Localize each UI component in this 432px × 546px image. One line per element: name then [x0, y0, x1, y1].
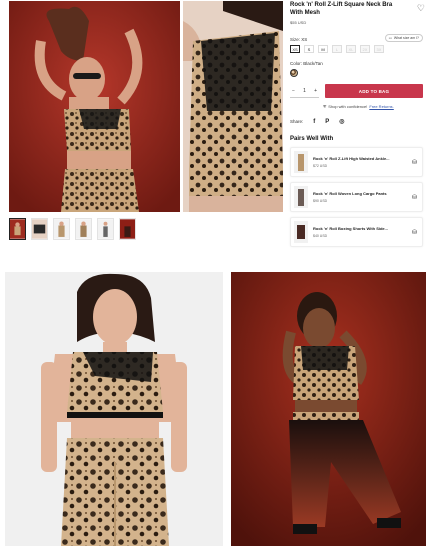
size-section: Size: XS ▭ What size am I? XS S M L XL 2… — [290, 34, 427, 53]
share-row: Share: f P ◎ — [290, 118, 427, 126]
instagram-icon[interactable]: ◎ — [339, 118, 344, 125]
add-to-bag-icon[interactable]: ⛁ — [412, 229, 417, 236]
product-info-panel: Rock 'n' Roll Z-Lift Square Neck Bra Wit… — [290, 1, 427, 247]
product-detail-photo[interactable] — [183, 1, 283, 212]
product-photo-lifestyle[interactable] — [231, 272, 426, 546]
free-returns-link[interactable]: Free Returns. — [369, 104, 393, 109]
color-swatch-black-tan[interactable] — [290, 69, 298, 77]
pair-item-image — [294, 221, 308, 243]
pair-item-name[interactable]: Rock 'n' Roll Woven Long Cargo Pants — [313, 191, 419, 196]
size-guide-button[interactable]: ▭ What size am I? — [384, 34, 423, 42]
pair-item[interactable]: Rock 'n' Roll Z-Lift High Waisted Ankle.… — [290, 147, 423, 177]
pinterest-icon[interactable]: P — [325, 119, 329, 125]
thumbnail-4[interactable] — [75, 218, 92, 240]
decrease-quantity-button[interactable]: − — [292, 88, 295, 94]
add-to-bag-icon[interactable]: ⛁ — [412, 194, 417, 201]
pair-item-name[interactable]: Rock 'n' Roll Z-Lift High Waisted Ankle.… — [313, 156, 419, 161]
size-option-xl[interactable]: XL — [346, 45, 356, 53]
product-title: Rock 'n' Roll Z-Lift Square Neck Bra Wit… — [290, 2, 393, 16]
thumbnail-3[interactable] — [53, 218, 70, 240]
pair-item[interactable]: Rock 'n' Roll Boxing Shorts With Side...… — [290, 217, 423, 247]
share-label: Share: — [290, 119, 304, 124]
quantity-stepper[interactable]: − 1 + — [290, 84, 319, 98]
thumbnail-1[interactable] — [9, 218, 26, 240]
main-product-photo[interactable] — [9, 1, 180, 212]
size-option-m[interactable]: M — [318, 45, 328, 53]
purchase-row: − 1 + ADD TO BAG — [290, 84, 427, 98]
pair-item-image — [294, 186, 308, 208]
quantity-value: 1 — [303, 87, 306, 94]
thumbnail-2[interactable] — [31, 218, 48, 240]
shop-with-confidence: ⛨ Shop with confidence! Free Returns. — [290, 104, 427, 109]
add-to-bag-icon[interactable]: ⛁ — [412, 159, 417, 166]
size-option-l[interactable]: L — [332, 45, 342, 53]
confidence-text: Shop with confidence! — [328, 104, 368, 109]
size-option-3x[interactable]: 3X — [374, 45, 384, 53]
shield-icon: ⛨ — [323, 104, 327, 109]
product-price: $55 USD — [290, 20, 307, 25]
size-option-2x[interactable]: 2X — [360, 45, 370, 53]
thumbnail-6[interactable] — [119, 218, 136, 240]
ruler-icon: ▭ — [388, 36, 392, 40]
size-options: XS S M L XL 2X 3X — [290, 45, 427, 53]
thumbnail-5[interactable] — [97, 218, 114, 240]
size-guide-label: What size am I? — [393, 36, 419, 40]
pair-item-name[interactable]: Rock 'n' Roll Boxing Shorts With Side... — [313, 226, 419, 231]
product-photo-studio[interactable] — [5, 272, 223, 546]
thumbnail-strip — [9, 218, 136, 240]
pair-item-price: $90 USD — [313, 199, 328, 203]
size-option-s[interactable]: S — [304, 45, 314, 53]
color-label: Color: Black/Tan — [290, 61, 323, 66]
size-option-xs[interactable]: XS — [290, 45, 300, 53]
heart-icon[interactable]: ♡ — [417, 3, 425, 14]
add-to-bag-button[interactable]: ADD TO BAG — [325, 84, 423, 98]
pair-item-price: $40 USD — [313, 234, 328, 238]
increase-quantity-button[interactable]: + — [314, 88, 317, 94]
facebook-icon[interactable]: f — [313, 119, 315, 125]
pairs-well-with-title: Pairs Well With — [290, 136, 334, 142]
pair-item-price: $72 USD — [313, 164, 328, 168]
pair-item-image — [294, 151, 308, 173]
pair-item[interactable]: Rock 'n' Roll Woven Long Cargo Pants $90… — [290, 182, 423, 212]
